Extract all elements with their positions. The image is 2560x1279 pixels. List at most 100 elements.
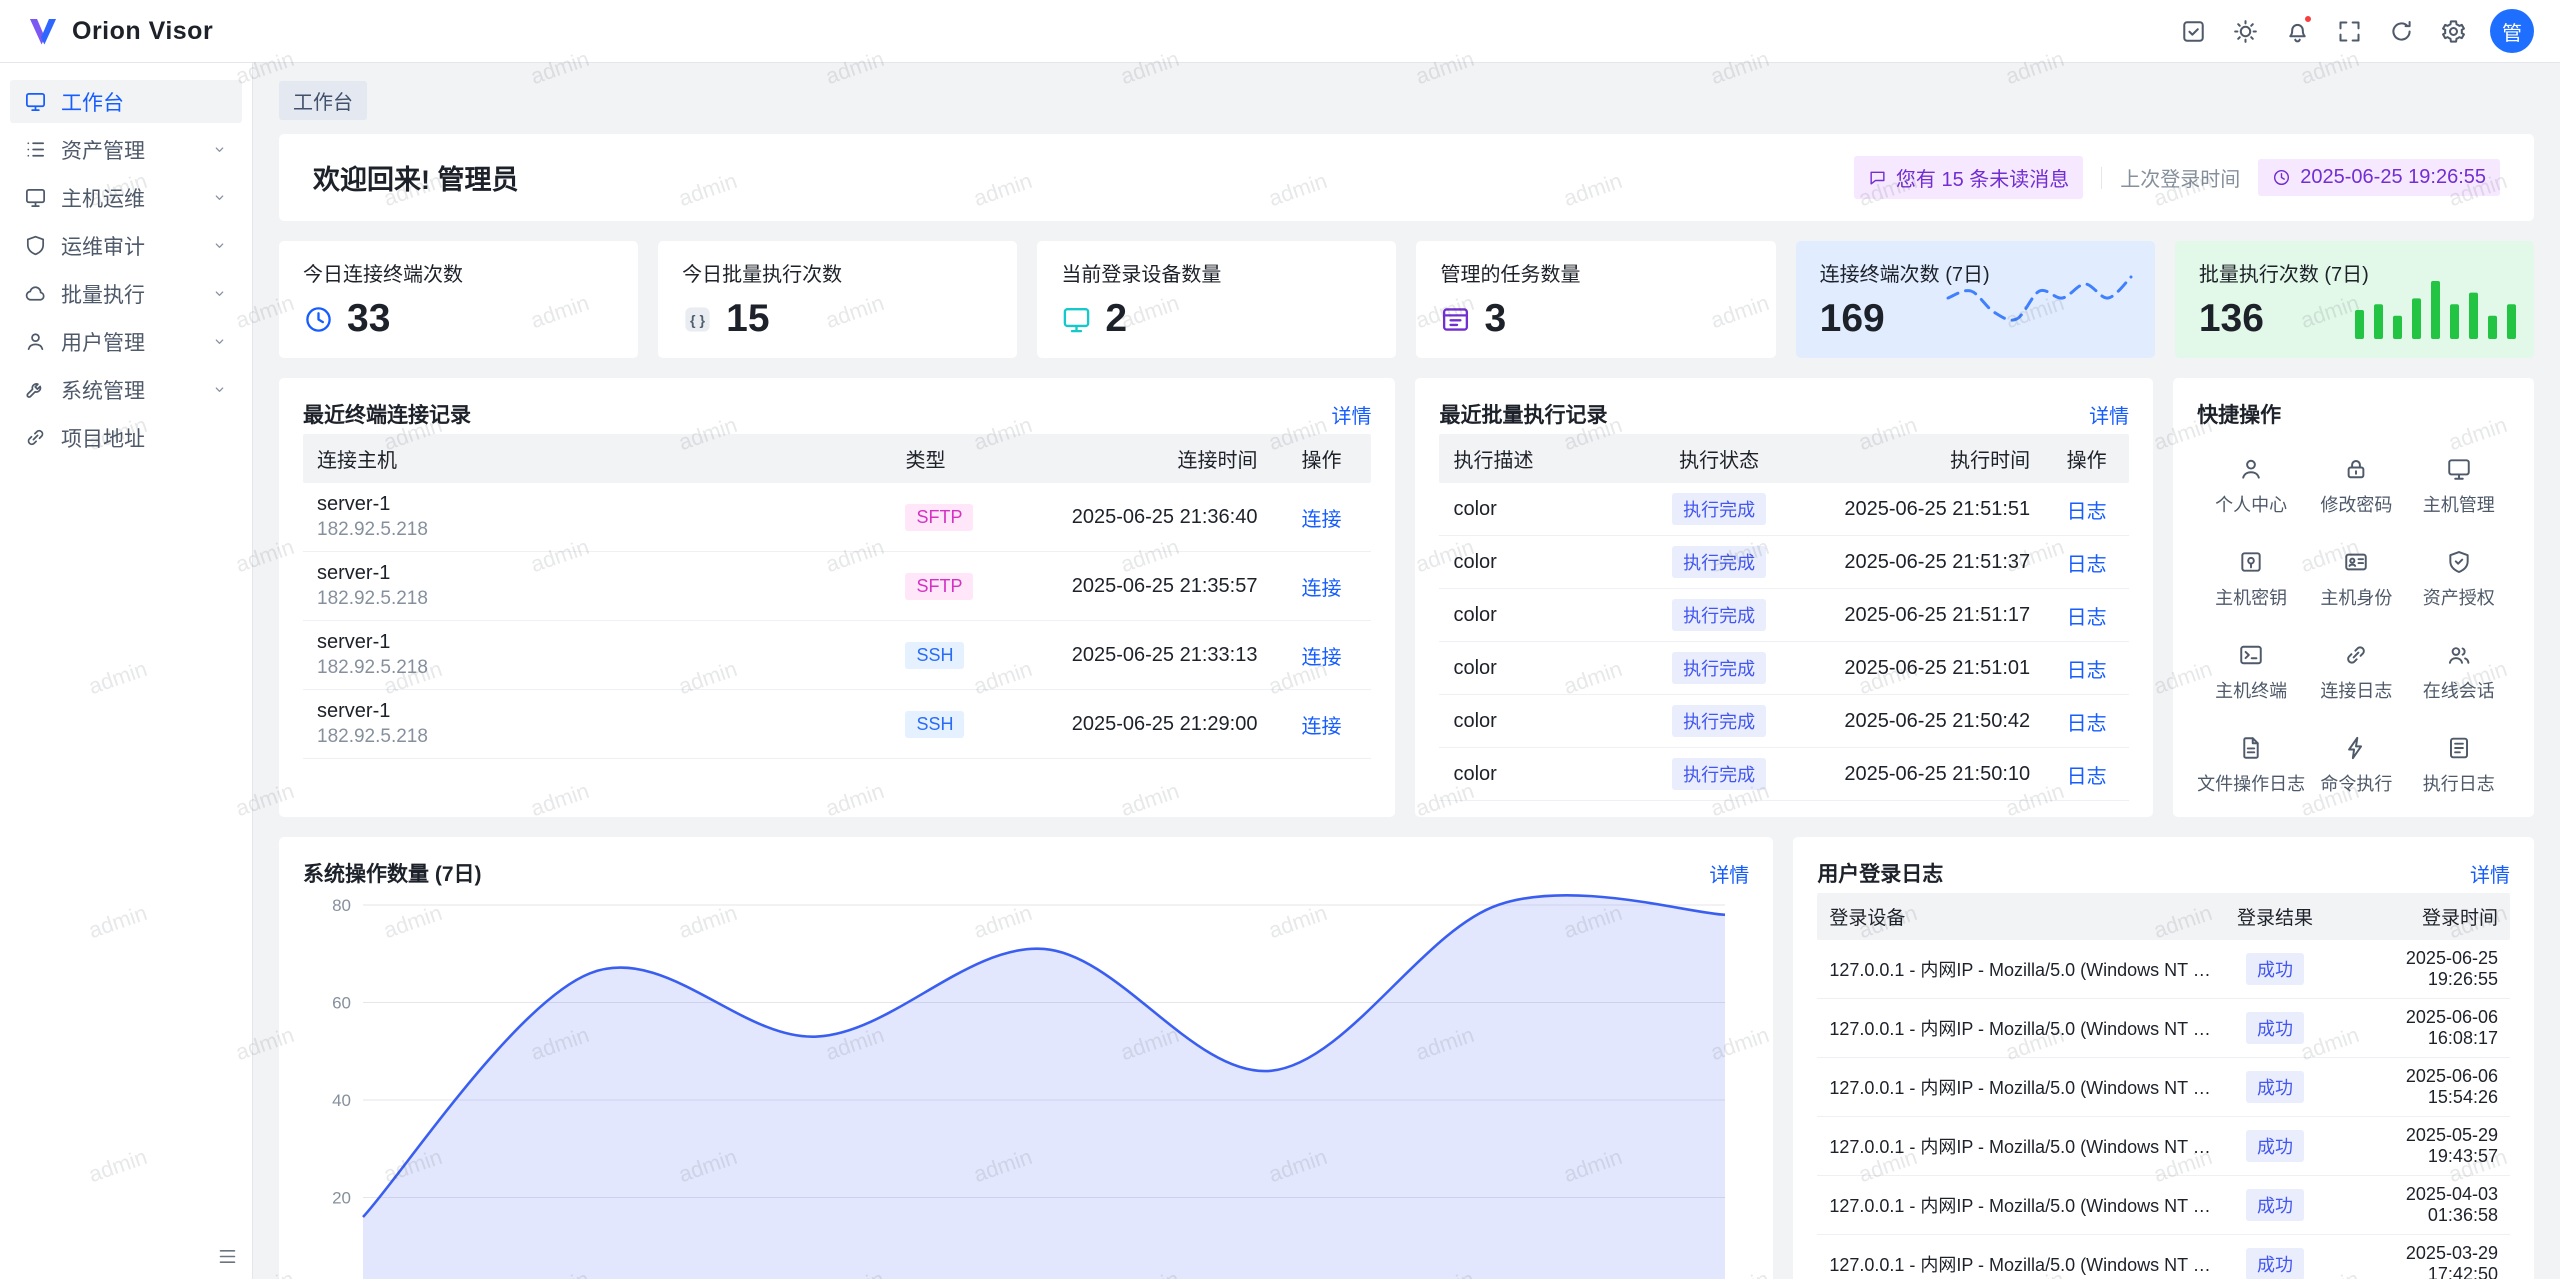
unread-messages-badge[interactable]: 您有 15 条未读消息 bbox=[1854, 156, 2083, 199]
sidebar-item-label: 工作台 bbox=[61, 87, 228, 117]
svg-text:80: 80 bbox=[332, 896, 351, 915]
stat-label: 今日连接终端次数 bbox=[303, 258, 614, 287]
connect-link[interactable]: 连接 bbox=[1301, 578, 1341, 600]
sidebar-item[interactable]: 主机运维 bbox=[10, 176, 242, 219]
login-device: 127.0.0.1 - 内网IP - Mozilla/5.0 (Windows … bbox=[1817, 1007, 2225, 1049]
user-avatar[interactable]: 管 bbox=[2490, 9, 2534, 53]
connect-link[interactable]: 连接 bbox=[1301, 509, 1341, 531]
sidebar-item[interactable]: 运维审计 bbox=[10, 224, 242, 267]
stat-card: 管理的任务数量3 bbox=[1416, 241, 1775, 358]
login-time: 2025-06-06 16:08:17 bbox=[2325, 999, 2510, 1057]
table-header: 登录设备登录结果登录时间 bbox=[1817, 893, 2510, 940]
notification-icon-button[interactable] bbox=[2276, 10, 2318, 52]
sidebar-collapse-icon[interactable] bbox=[217, 1246, 238, 1267]
theme-icon-button[interactable] bbox=[2224, 10, 2266, 52]
quick-action-item[interactable]: 主机终端 bbox=[2197, 642, 2305, 703]
quick-action-item[interactable]: 修改密码 bbox=[2305, 456, 2407, 517]
login-device: 127.0.0.1 - 内网IP - Mozilla/5.0 (Windows … bbox=[1817, 1066, 2225, 1108]
quick-action-item[interactable]: 执行日志 bbox=[2408, 735, 2510, 796]
log-link[interactable]: 日志 bbox=[2067, 607, 2107, 629]
clock-icon bbox=[2272, 168, 2291, 187]
login-detail-link[interactable]: 详情 bbox=[2470, 859, 2510, 888]
chevron-down-icon bbox=[211, 285, 228, 302]
exec-description: color bbox=[1439, 541, 1644, 584]
quick-action-item[interactable]: 在线会话 bbox=[2408, 642, 2510, 703]
login-device: 127.0.0.1 - 内网IP - Mozilla/5.0 (Windows … bbox=[1817, 1243, 2225, 1279]
log-link[interactable]: 日志 bbox=[2067, 713, 2107, 735]
settings-icon-button[interactable] bbox=[2432, 10, 2474, 52]
task-icon-button[interactable] bbox=[2172, 10, 2214, 52]
device-icon bbox=[1061, 304, 1092, 335]
connect-link[interactable]: 连接 bbox=[1301, 716, 1341, 738]
quick-action-item[interactable]: 资产授权 bbox=[2408, 549, 2510, 610]
connect-link[interactable]: 连接 bbox=[1301, 647, 1341, 669]
last-login-time: 2025-06-25 19:26:55 bbox=[2300, 166, 2486, 189]
batch-detail-link[interactable]: 详情 bbox=[2089, 400, 2129, 429]
sidebar-item[interactable]: 资产管理 bbox=[10, 128, 242, 171]
protocol-badge: SFTP bbox=[905, 504, 973, 531]
login-result-badge: 成功 bbox=[2246, 953, 2304, 985]
main-content: 工作台 欢迎回来! 管理员 您有 15 条未读消息 上次登录时间 2025-06… bbox=[253, 63, 2560, 1279]
table-row: 127.0.0.1 - 内网IP - Mozilla/5.0 (Windows … bbox=[1817, 1176, 2510, 1235]
quick-action-label: 主机身份 bbox=[2320, 584, 2392, 610]
bolt-icon bbox=[2343, 735, 2369, 761]
exec-description: color bbox=[1439, 647, 1644, 690]
login-time: 2025-05-29 19:43:57 bbox=[2325, 1117, 2510, 1175]
quick-action-label: 主机终端 bbox=[2215, 677, 2287, 703]
log-link[interactable]: 日志 bbox=[2067, 766, 2107, 788]
table-row: 127.0.0.1 - 内网IP - Mozilla/5.0 (Windows … bbox=[1817, 1117, 2510, 1176]
quick-actions-panel: 快捷操作 个人中心修改密码主机管理主机密钥主机身份资产授权主机终端连接日志在线会… bbox=[2173, 378, 2534, 817]
table-row: color执行完成2025-06-25 21:51:17日志 bbox=[1439, 589, 2129, 642]
quick-action-label: 主机密钥 bbox=[2215, 584, 2287, 610]
exec-status-badge: 执行完成 bbox=[1672, 493, 1766, 525]
protocol-badge: SFTP bbox=[905, 573, 973, 600]
log-link[interactable]: 日志 bbox=[2067, 501, 2107, 523]
app-title: Orion Visor bbox=[72, 17, 213, 46]
user-icon bbox=[24, 330, 47, 353]
breadcrumb-item[interactable]: 工作台 bbox=[279, 81, 367, 120]
quick-action-item[interactable]: 命令执行 bbox=[2305, 735, 2407, 796]
idcard-icon bbox=[2343, 549, 2369, 575]
exec-status-badge: 执行完成 bbox=[1672, 705, 1766, 737]
sidebar-menu: 工作台资产管理主机运维运维审计批量执行用户管理系统管理项目地址 bbox=[0, 80, 252, 459]
login-result-badge: 成功 bbox=[2246, 1130, 2304, 1162]
login-result-badge: 成功 bbox=[2246, 1189, 2304, 1221]
clock-icon bbox=[303, 304, 334, 335]
connect-time: 2025-06-25 21:36:40 bbox=[1006, 496, 1271, 539]
chart-detail-link[interactable]: 详情 bbox=[1709, 859, 1749, 888]
log-link[interactable]: 日志 bbox=[2067, 554, 2107, 576]
login-time: 2025-06-06 15:54:26 bbox=[2325, 1058, 2510, 1116]
quick-action-item[interactable]: 文件操作日志 bbox=[2197, 735, 2305, 796]
sidebar-item[interactable]: 系统管理 bbox=[10, 368, 242, 411]
exec-time: 2025-06-25 21:51:01 bbox=[1794, 647, 2044, 690]
sidebar-item[interactable]: 用户管理 bbox=[10, 320, 242, 363]
login-device: 127.0.0.1 - 内网IP - Mozilla/5.0 (Windows … bbox=[1817, 948, 2225, 990]
sidebar-item[interactable]: 工作台 bbox=[10, 80, 242, 123]
fullscreen-icon-button[interactable] bbox=[2328, 10, 2370, 52]
list-icon bbox=[24, 138, 47, 161]
login-time: 2025-03-29 17:42:50 bbox=[2325, 1235, 2510, 1279]
terminal-detail-link[interactable]: 详情 bbox=[1331, 400, 1371, 429]
monitor-icon bbox=[24, 186, 47, 209]
message-icon bbox=[1868, 168, 1887, 187]
host-name: server-1 bbox=[317, 700, 877, 723]
table-row: 127.0.0.1 - 内网IP - Mozilla/5.0 (Windows … bbox=[1817, 999, 2510, 1058]
sidebar-item[interactable]: 批量执行 bbox=[10, 272, 242, 315]
stat-value: 33 bbox=[347, 297, 390, 341]
braces-icon: { } bbox=[682, 304, 713, 335]
quick-action-item[interactable]: 主机身份 bbox=[2305, 549, 2407, 610]
exec-status-badge: 执行完成 bbox=[1672, 652, 1766, 684]
bottom-row: 系统操作数量 (7日) 详情 0204060802025-06-192025-0… bbox=[279, 837, 2534, 1279]
sidebar-item[interactable]: 项目地址 bbox=[10, 416, 242, 459]
refresh-icon-button[interactable] bbox=[2380, 10, 2422, 52]
svg-text:{ }: { } bbox=[690, 312, 705, 328]
exec-time: 2025-06-25 21:50:42 bbox=[1794, 700, 2044, 743]
stat-value: 3 bbox=[1484, 297, 1506, 341]
quick-action-item[interactable]: 个人中心 bbox=[2197, 456, 2305, 517]
login-table: 登录设备登录结果登录时间 127.0.0.1 - 内网IP - Mozilla/5… bbox=[1817, 893, 2510, 1279]
quick-action-item[interactable]: 主机密钥 bbox=[2197, 549, 2305, 610]
quick-action-item[interactable]: 主机管理 bbox=[2408, 456, 2510, 517]
quick-action-item[interactable]: 连接日志 bbox=[2305, 642, 2407, 703]
monitor-icon bbox=[2446, 456, 2472, 482]
log-link[interactable]: 日志 bbox=[2067, 660, 2107, 682]
